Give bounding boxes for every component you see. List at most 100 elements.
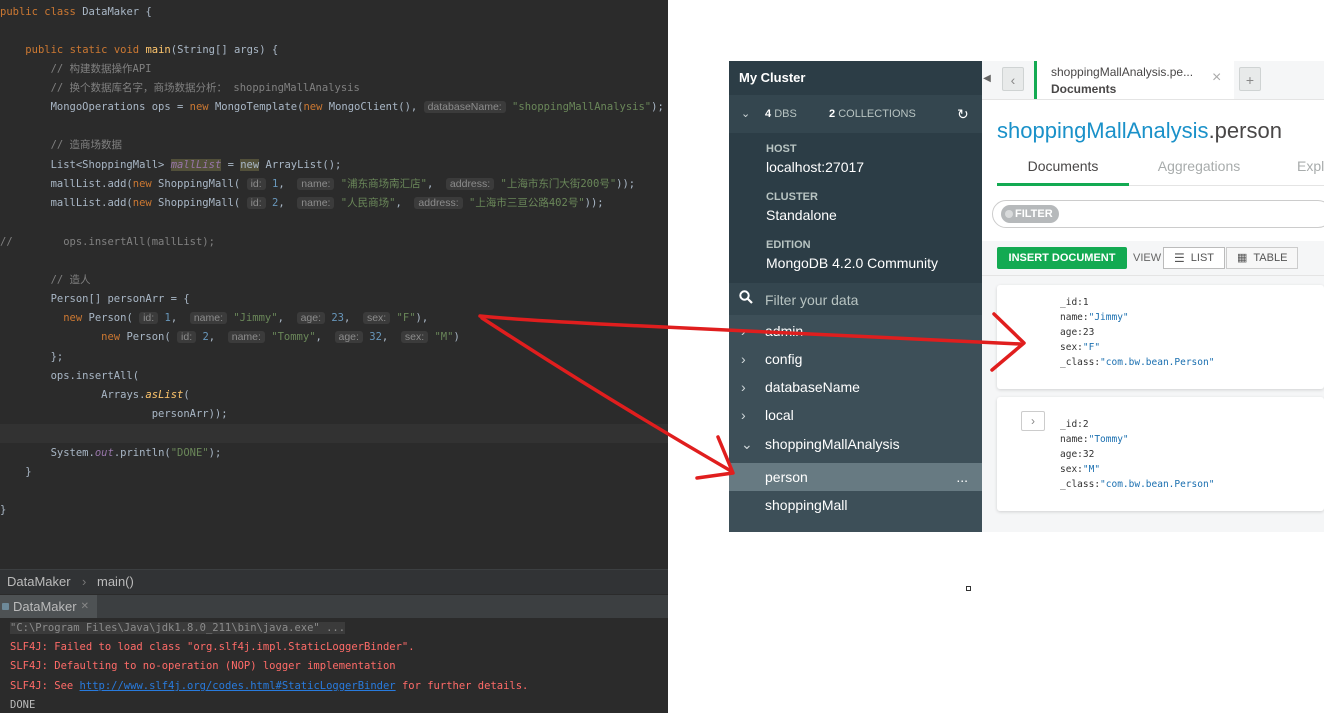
breadcrumb-class[interactable]: DataMaker [7, 570, 71, 594]
close-icon[interactable]: ✕ [81, 595, 89, 618]
expand-document-icon[interactable]: › [1021, 411, 1045, 431]
code-comment: // 构建数据操作API [50, 63, 152, 75]
breadcrumb-method[interactable]: main() [97, 570, 134, 594]
tabs-scroll-left[interactable]: ◀ [982, 69, 992, 89]
document-card[interactable]: _id:1 name:"Jimmy" age:23 sex:"F" _class… [997, 285, 1324, 389]
filter-data-input[interactable] [763, 289, 967, 311]
console-error-line: SLF4J: Failed to load class "org.slf4j.i… [10, 641, 415, 653]
tab-explain[interactable]: Expl [1279, 153, 1324, 183]
chevron-right-icon: › [741, 323, 746, 339]
breadcrumb-separator: › [82, 574, 87, 589]
sidebar-item-local[interactable]: › local [729, 401, 982, 429]
console-error-line: SLF4J: See http://www.slf4j.org/codes.ht… [10, 680, 529, 692]
code-line: List<ShoppingMall> mallList = new ArrayL… [50, 159, 342, 171]
table-icon: ▦ [1237, 252, 1248, 264]
sidebar: My Cluster ⌄ 4 DBS 2 COLLECTIONS ↻ HOST … [729, 61, 982, 532]
collection-menu-icon[interactable]: ... [956, 463, 968, 491]
namespace-title: shoppingMallAnalysis.person [997, 118, 1282, 143]
collection-subtabs: Documents Aggregations Expl [997, 153, 1324, 186]
view-list-button[interactable]: ☰ LIST [1163, 247, 1225, 269]
chevron-down-icon: ⌄ [741, 436, 753, 452]
code-line: Arrays.asList( [101, 389, 190, 401]
document-card[interactable]: › _id:2 name:"Tommy" age:32 sex:"M" _cla… [997, 397, 1324, 511]
run-tab-datamaker[interactable]: DataMaker ✕ [0, 595, 97, 618]
code-comment: // 换个数据库名字，商场数据分析： shoppingMallAnalysis [50, 82, 360, 94]
sidebar-filter [729, 283, 982, 315]
cluster-label: CLUSTER [766, 191, 818, 203]
slf4j-link[interactable]: http://www.slf4j.org/codes.html#StaticLo… [80, 680, 396, 692]
add-tab-button[interactable]: + [1239, 67, 1261, 91]
sidebar-item-config[interactable]: › config [729, 345, 982, 373]
view-label: VIEW [1133, 252, 1162, 264]
code-line: new Person( id: 1, name: "Jimmy", age: 2… [63, 312, 429, 324]
view-table-button[interactable]: ▦ TABLE [1226, 247, 1298, 269]
code-line: Person[] personArr = { [50, 293, 190, 305]
close-icon[interactable]: × [1212, 69, 1221, 87]
collection-item-shoppingmall[interactable]: shoppingMall [729, 491, 982, 519]
code-line: ops.insertAll( [50, 370, 140, 382]
doc-field-age: age:32 [1060, 449, 1095, 460]
tab-subtitle: Documents [1051, 82, 1117, 96]
run-tab-label: DataMaker [13, 599, 77, 614]
small-square-marker [966, 586, 971, 591]
tab-bar: ◀ ‹ shoppingMallAnalysis.pe... Documents… [982, 61, 1324, 100]
refresh-icon[interactable]: ↻ [957, 95, 969, 133]
current-line [0, 424, 668, 443]
doc-field-class: _class:"com.bw.bean.Person" [1060, 479, 1215, 490]
instance-info: HOST localhost:27017 CLUSTER Standalone … [729, 133, 982, 283]
code-line: new Person( id: 2, name: "Tommy", age: 3… [101, 331, 460, 343]
code-comment: // ops.insertAll(mallList); [0, 236, 215, 248]
run-config-icon [2, 603, 9, 610]
doc-field-sex: sex:"M" [1060, 464, 1101, 475]
code-line: MongoOperations ops = new MongoTemplate(… [50, 101, 664, 113]
code-line: mallList.add(new ShoppingMall( id: 1, na… [50, 178, 636, 190]
code-comment: // 造人 [50, 274, 91, 286]
collection-item-person[interactable]: person... [729, 463, 982, 491]
console-error-line: SLF4J: Defaulting to no-operation (NOP) … [10, 660, 396, 672]
collections-stat: 2 COLLECTIONS [829, 108, 916, 120]
tab-collection[interactable]: shoppingMallAnalysis.pe... Documents × [1034, 61, 1234, 99]
code-line: mallList.add(new ShoppingMall( id: 2, na… [50, 197, 604, 209]
query-filter-bar[interactable]: FILTER [992, 200, 1324, 228]
chevron-down-icon[interactable]: ⌄ [741, 95, 750, 133]
filter-icon [1005, 210, 1013, 218]
insert-document-button[interactable]: INSERT DOCUMENT [997, 247, 1127, 269]
arrowhead [695, 435, 735, 480]
host-label: HOST [766, 143, 797, 155]
chevron-right-icon: › [741, 351, 746, 367]
doc-field-id: _id:2 [1060, 419, 1089, 430]
filter-pill: FILTER [1001, 205, 1059, 223]
edition-value: MongoDB 4.2.0 Community [766, 255, 938, 271]
host-value: localhost:27017 [766, 159, 865, 175]
tab-aggregations[interactable]: Aggregations [1129, 153, 1269, 183]
cluster-value: Standalone [766, 207, 837, 223]
code-line: } [0, 504, 7, 516]
console-output-line: DONE [10, 699, 36, 711]
code-line: public class DataMaker { [0, 6, 152, 18]
doc-field-age: age:23 [1060, 327, 1095, 338]
code-line: }; [50, 351, 64, 363]
chevron-left-icon[interactable]: ‹ [1002, 67, 1024, 91]
doc-field-sex: sex:"F" [1060, 342, 1101, 353]
sidebar-item-admin[interactable]: › admin [729, 317, 982, 345]
run-tab-bar: DataMaker ✕ [0, 595, 668, 619]
run-console[interactable]: "C:\Program Files\Java\jdk1.8.0_211\bin\… [0, 619, 668, 713]
documents-toolbar: INSERT DOCUMENT VIEW ☰ LIST ▦ TABLE [982, 241, 1324, 276]
sidebar-item-databasename[interactable]: › databaseName [729, 373, 982, 401]
code-editor[interactable]: public class DataMaker { public static v… [0, 0, 668, 567]
tab-documents[interactable]: Documents [997, 153, 1129, 186]
code-line: } [25, 466, 32, 478]
dbs-stat: 4 DBS [765, 108, 797, 120]
cluster-title: My Cluster [729, 61, 982, 95]
code-comment: // 造商场数据 [50, 139, 123, 151]
doc-field-id: _id:1 [1060, 297, 1089, 308]
search-icon [739, 290, 753, 309]
cluster-stats: ⌄ 4 DBS 2 COLLECTIONS ↻ [729, 95, 982, 133]
chevron-right-icon: › [741, 379, 746, 395]
tab-title: shoppingMallAnalysis.pe... [1051, 65, 1194, 79]
breadcrumb: DataMaker › main() [0, 569, 668, 594]
collection-view: ◀ ‹ shoppingMallAnalysis.pe... Documents… [982, 61, 1324, 532]
sidebar-item-shoppingmallanalysis[interactable]: ⌄ shoppingMallAnalysis [729, 430, 982, 458]
chevron-right-icon: › [741, 407, 746, 423]
doc-field-class: _class:"com.bw.bean.Person" [1060, 357, 1215, 368]
